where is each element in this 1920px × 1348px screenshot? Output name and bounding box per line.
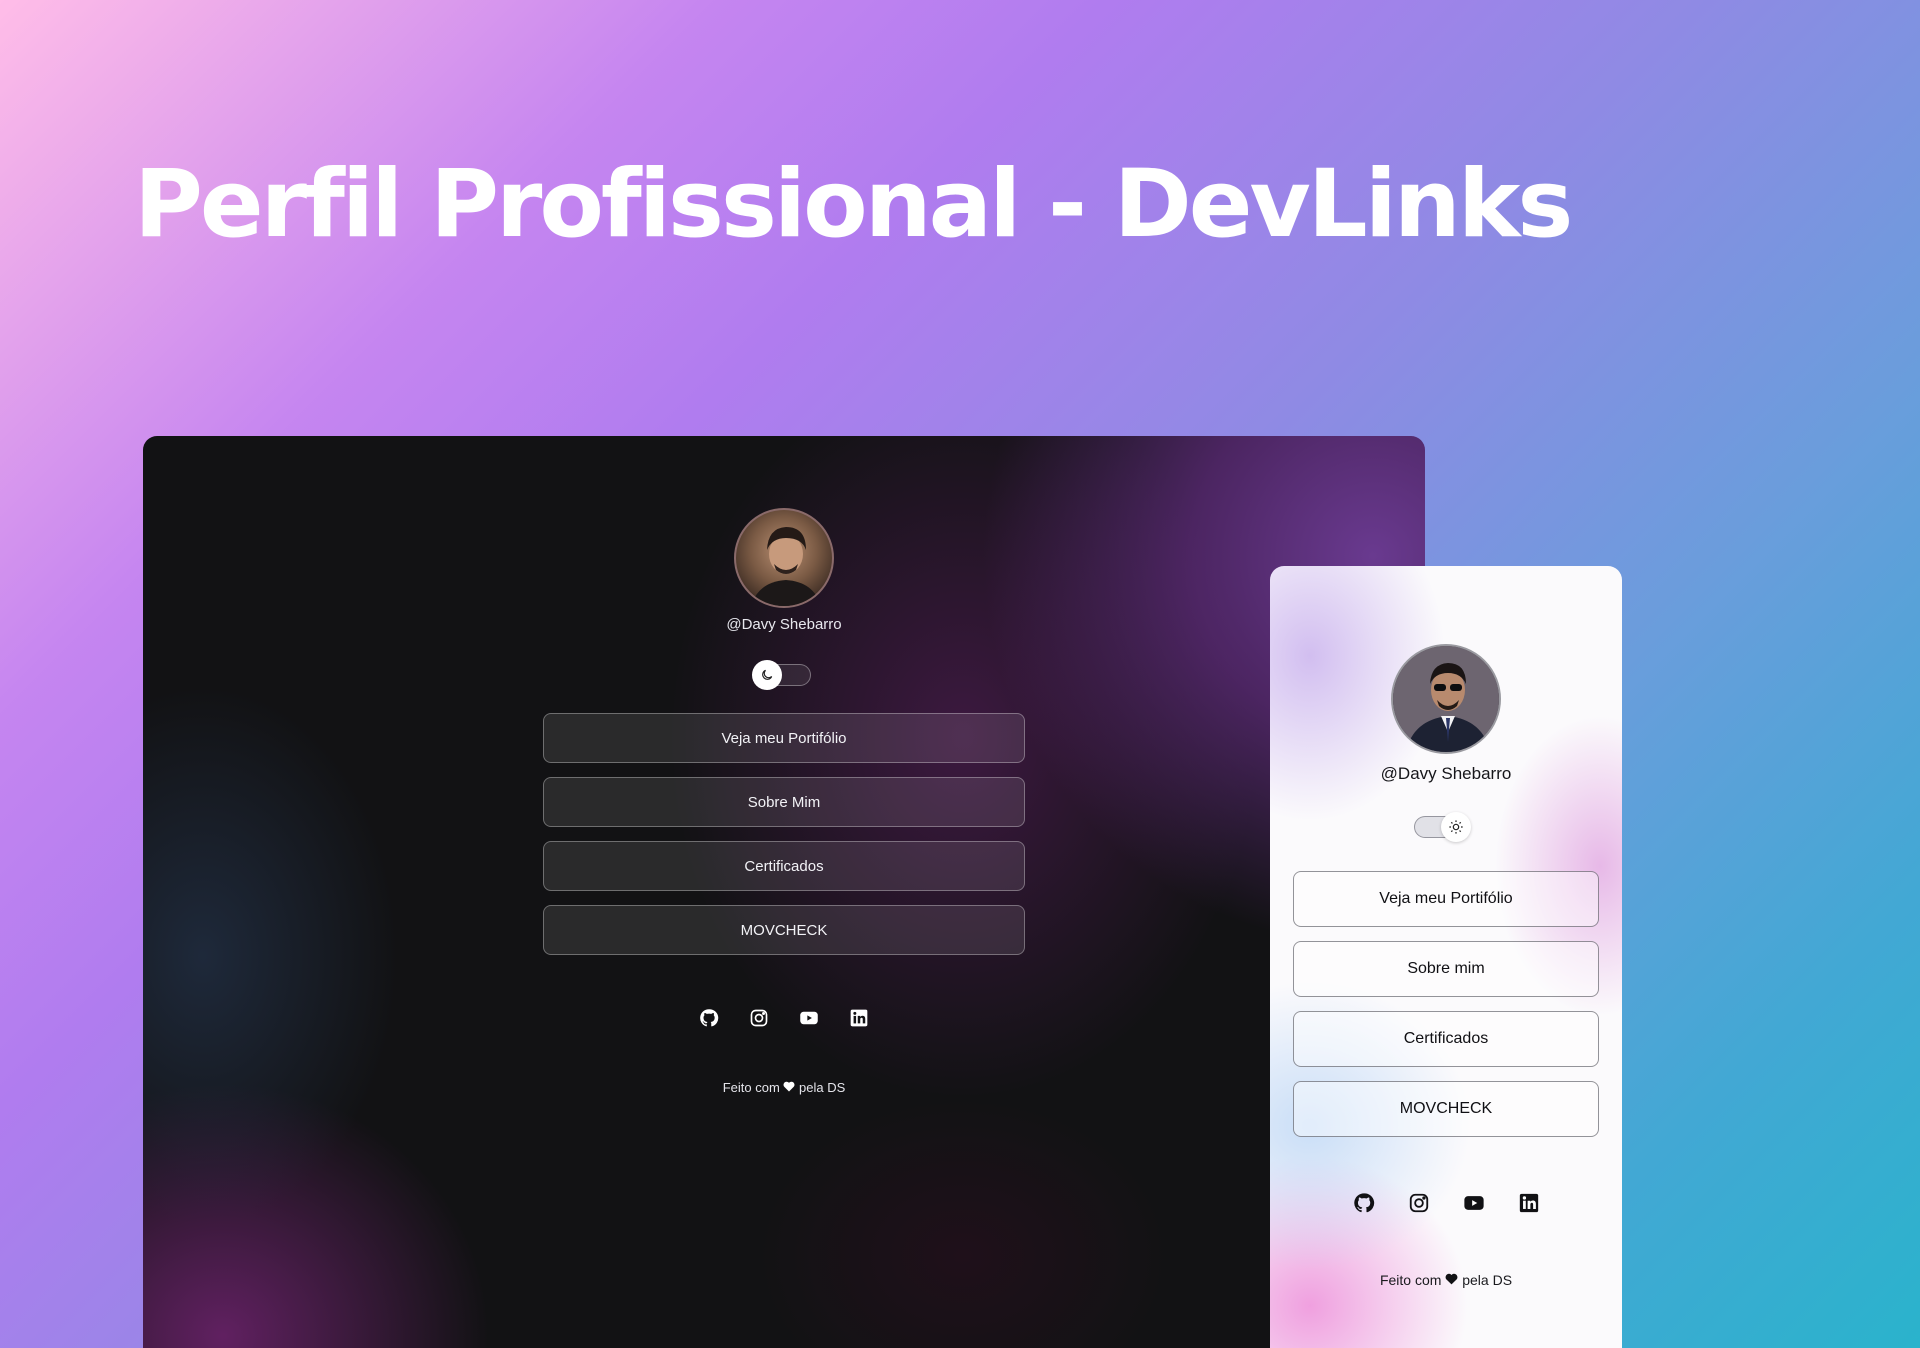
- profile-handle: @Davy Shebarro: [726, 616, 842, 633]
- about-me-button[interactable]: Sobre Mim: [543, 777, 1025, 827]
- instagram-icon[interactable]: [1406, 1190, 1431, 1215]
- movcheck-button[interactable]: MOVCHECK: [1293, 1081, 1599, 1137]
- moon-icon: [752, 660, 782, 690]
- links-list: Veja meu Portifólio Sobre Mim Certificad…: [543, 713, 1025, 969]
- certificates-button[interactable]: Certificados: [1293, 1011, 1599, 1067]
- links-list: Veja meu Portifólio Sobre mim Certificad…: [1293, 871, 1599, 1151]
- avatar: [1391, 644, 1501, 754]
- light-mode-preview: @Davy Shebarro Veja meu Portifólio Sobre…: [1270, 566, 1622, 1348]
- dark-mode-preview: @Davy Shebarro Veja meu Portifólio Sobre…: [143, 436, 1425, 1348]
- heart-icon: [1445, 1272, 1458, 1288]
- github-icon[interactable]: [697, 1006, 721, 1030]
- footer: Feito com pela DS: [143, 1080, 1425, 1095]
- instagram-icon[interactable]: [747, 1006, 771, 1030]
- social-links: [1270, 1190, 1622, 1215]
- heart-icon: [783, 1080, 795, 1095]
- linkedin-icon[interactable]: [847, 1006, 871, 1030]
- youtube-icon[interactable]: [1461, 1190, 1486, 1215]
- github-icon[interactable]: [1351, 1190, 1376, 1215]
- sun-icon: [1441, 812, 1471, 842]
- avatar: [734, 508, 834, 608]
- social-links: [143, 1006, 1425, 1030]
- footer-text-after: pela DS: [1462, 1272, 1513, 1288]
- profile-handle: @Davy Shebarro: [1380, 764, 1512, 783]
- theme-toggle[interactable]: [1414, 812, 1471, 842]
- page-title: Perfil Profissional - DevLinks: [134, 150, 1573, 259]
- certificates-button[interactable]: Certificados: [543, 841, 1025, 891]
- movcheck-button[interactable]: MOVCHECK: [543, 905, 1025, 955]
- youtube-icon[interactable]: [797, 1006, 821, 1030]
- portfolio-button[interactable]: Veja meu Portifólio: [543, 713, 1025, 763]
- portfolio-button[interactable]: Veja meu Portifólio: [1293, 871, 1599, 927]
- theme-toggle[interactable]: [752, 660, 811, 690]
- footer-text-before: Feito com: [722, 1080, 780, 1095]
- about-me-button[interactable]: Sobre mim: [1293, 941, 1599, 997]
- footer-text-after: pela DS: [799, 1080, 846, 1095]
- footer: Feito com pela DS: [1270, 1272, 1622, 1288]
- linkedin-icon[interactable]: [1516, 1190, 1541, 1215]
- footer-text-before: Feito com: [1379, 1272, 1442, 1288]
